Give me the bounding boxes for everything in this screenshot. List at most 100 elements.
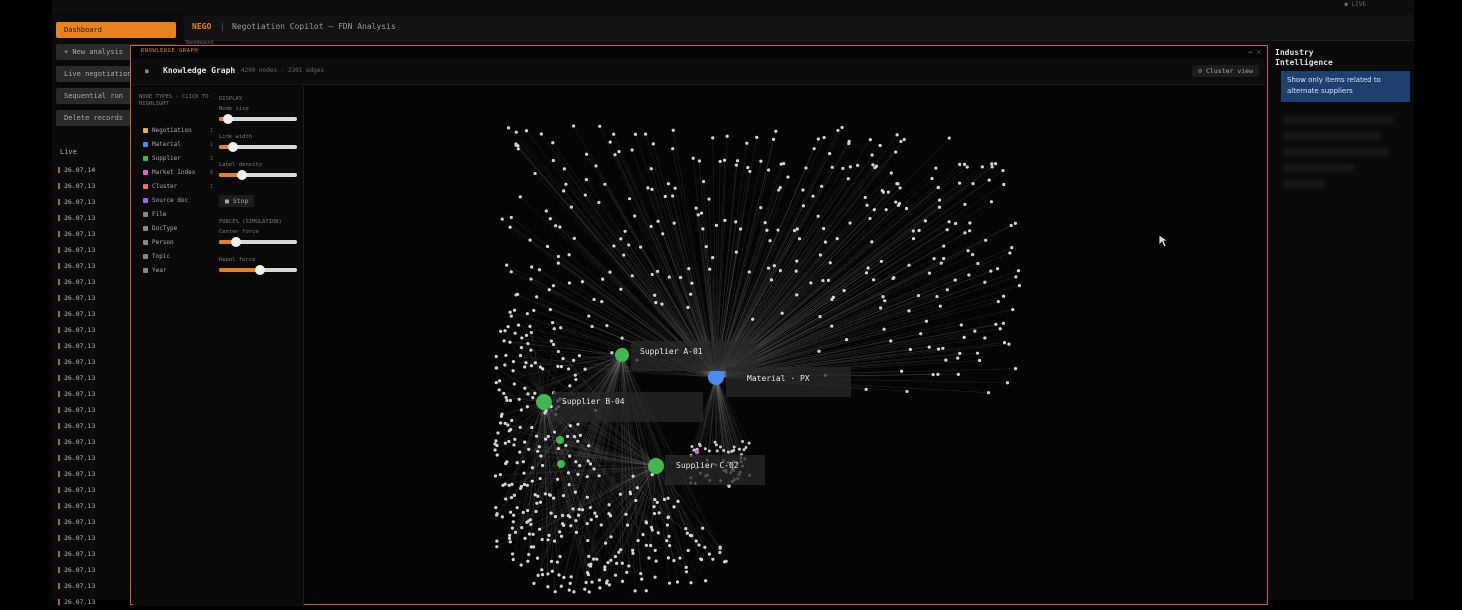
graph-node[interactable] [723, 219, 726, 222]
graph-node[interactable] [924, 219, 927, 222]
graph-node[interactable] [795, 269, 798, 272]
graph-node[interactable] [663, 498, 666, 501]
graph-node[interactable] [619, 493, 622, 496]
graph-node[interactable] [813, 147, 816, 150]
graph-node[interactable] [614, 574, 617, 577]
graph-node[interactable] [553, 430, 556, 433]
graph-node[interactable] [546, 572, 549, 575]
graph-node[interactable] [900, 370, 903, 373]
supplier-node[interactable] [556, 436, 564, 444]
graph-node[interactable] [556, 561, 559, 564]
graph-node[interactable] [954, 222, 957, 225]
graph-node[interactable] [941, 347, 944, 350]
graph-node[interactable] [531, 480, 534, 483]
graph-node[interactable] [727, 451, 730, 454]
graph-node[interactable] [612, 133, 615, 136]
graph-node[interactable] [513, 494, 516, 497]
graph-node[interactable] [526, 560, 529, 563]
graph-node[interactable] [925, 320, 928, 323]
graph-node[interactable] [608, 271, 611, 274]
graph-node[interactable] [550, 560, 553, 563]
graph-node[interactable] [705, 245, 708, 248]
graph-node[interactable] [514, 531, 517, 534]
graph-node[interactable] [588, 590, 591, 593]
graph-node[interactable] [607, 503, 610, 506]
graph-node[interactable] [587, 444, 590, 447]
graph-node[interactable] [759, 160, 762, 163]
graph-node[interactable] [561, 514, 564, 517]
graph-node[interactable] [516, 506, 519, 509]
graph-node[interactable] [585, 178, 588, 181]
graph-node[interactable] [575, 531, 578, 534]
graph-node[interactable] [939, 305, 942, 308]
graph-node[interactable] [871, 163, 874, 166]
graph-node[interactable] [520, 346, 523, 349]
graph-node[interactable] [625, 571, 628, 574]
graph-node[interactable] [623, 230, 626, 233]
graph-node[interactable] [664, 195, 667, 198]
graph-node[interactable] [798, 237, 801, 240]
graph-node[interactable] [692, 157, 695, 160]
graph-node[interactable] [562, 576, 565, 579]
graph-node[interactable] [802, 204, 805, 207]
graph-node[interactable] [513, 382, 516, 385]
graph-node[interactable] [610, 351, 613, 354]
graph-node[interactable] [556, 365, 559, 368]
graph-node[interactable] [822, 136, 825, 139]
graph-node[interactable] [561, 357, 564, 360]
graph-node[interactable] [973, 330, 976, 333]
graph-node[interactable] [511, 552, 514, 555]
graph-node[interactable] [587, 555, 590, 558]
supplier-node[interactable] [557, 460, 565, 468]
graph-node[interactable] [533, 392, 536, 395]
graph-node[interactable] [525, 129, 528, 132]
graph-node[interactable] [865, 388, 868, 391]
graph-node[interactable] [940, 262, 943, 265]
graph-node[interactable] [504, 354, 507, 357]
graph-node[interactable] [511, 369, 514, 372]
graph-node[interactable] [568, 281, 571, 284]
graph-node[interactable] [738, 448, 741, 451]
graph-node[interactable] [658, 511, 661, 514]
graph-node[interactable] [517, 323, 520, 326]
graph-node[interactable] [631, 549, 634, 552]
graph-node[interactable] [836, 129, 839, 132]
graph-node[interactable] [745, 446, 748, 449]
graph-node[interactable] [793, 229, 796, 232]
graph-node[interactable] [708, 449, 711, 452]
market-index-node[interactable] [695, 450, 699, 454]
graph-node[interactable] [730, 450, 733, 453]
graph-node[interactable] [532, 582, 535, 585]
graph-node[interactable] [523, 387, 526, 390]
graph-node[interactable] [619, 237, 622, 240]
graph-node[interactable] [603, 565, 606, 568]
graph-node[interactable] [558, 530, 561, 533]
graph-node[interactable] [960, 323, 963, 326]
graph-node[interactable] [593, 511, 596, 514]
graph-node[interactable] [672, 505, 675, 508]
graph-node[interactable] [673, 222, 676, 225]
graph-node[interactable] [552, 497, 555, 500]
graph-node[interactable] [651, 273, 654, 276]
graph-node[interactable] [568, 384, 571, 387]
graph-node[interactable] [507, 440, 510, 443]
graph-node[interactable] [503, 363, 506, 366]
graph-node[interactable] [583, 588, 586, 591]
supplier-b-node[interactable] [536, 394, 552, 410]
graph-node[interactable] [549, 308, 552, 311]
graph-node[interactable] [586, 496, 589, 499]
graph-node[interactable] [505, 399, 508, 402]
graph-node[interactable] [701, 527, 704, 530]
graph-node[interactable] [848, 221, 851, 224]
graph-node[interactable] [1014, 222, 1017, 225]
graph-node[interactable] [620, 336, 623, 339]
graph-node[interactable] [630, 148, 633, 151]
graph-node[interactable] [676, 580, 679, 583]
graph-node[interactable] [704, 447, 707, 450]
graph-node[interactable] [668, 275, 671, 278]
graph-node[interactable] [1018, 284, 1021, 287]
graph-node[interactable] [764, 221, 767, 224]
graph-node[interactable] [526, 392, 529, 395]
graph-node[interactable] [866, 266, 869, 269]
graph-node[interactable] [598, 125, 601, 128]
